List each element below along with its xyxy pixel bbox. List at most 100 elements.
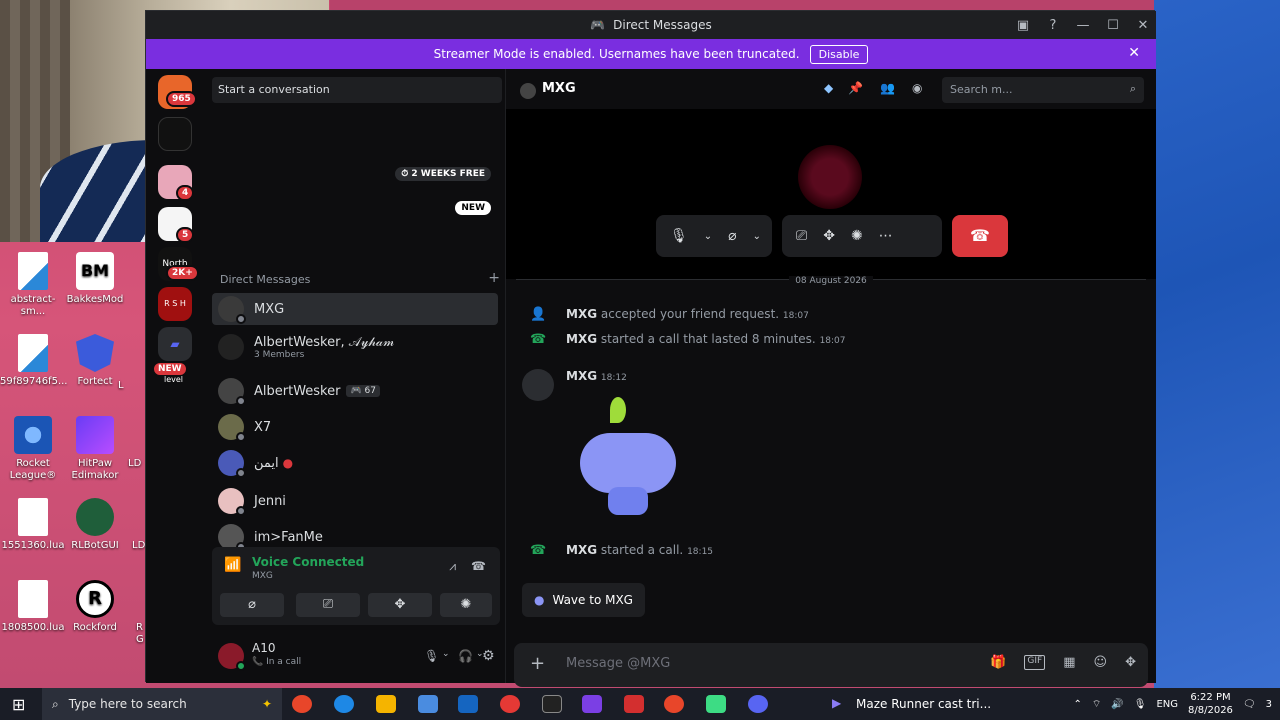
chrome-icon[interactable] [292, 695, 312, 713]
camera-off-icon[interactable]: ⌀ [728, 228, 736, 244]
disconnect-icon[interactable]: ☎ [471, 559, 486, 573]
desktop-icon-image-file[interactable]: 59f89746f5... [0, 334, 67, 388]
volume-icon[interactable]: 🔊 [1111, 699, 1123, 710]
voice-status[interactable]: Voice Connected [252, 555, 364, 569]
nitro-gem-icon[interactable]: ◆ [824, 81, 833, 95]
desktop-icon-label: HitPaw Edimakor [71, 458, 119, 481]
maximize-button[interactable]: ☐ [1106, 18, 1120, 33]
dm-item-ayman[interactable]: ايمن ● [212, 447, 498, 479]
desktop-icon-hitpaw[interactable]: HitPaw Edimakor [62, 416, 128, 482]
dm-item-x7[interactable]: X7 [212, 411, 498, 443]
gift-icon[interactable]: 🎁 [990, 655, 1006, 670]
desktop-icon-lua-1[interactable]: 1551360.lua [0, 498, 66, 552]
more-options-icon[interactable]: ⋯ [879, 228, 893, 244]
add-friend-icon[interactable]: 👥 [880, 81, 895, 95]
message-author[interactable]: MXG [566, 543, 597, 557]
sticker-icon[interactable]: ▦ [1063, 655, 1075, 670]
clock[interactable]: 6:22 PM 8/8/2026 [1188, 691, 1233, 717]
chevron-down-icon[interactable]: ⌄ [704, 231, 712, 242]
store-icon[interactable] [418, 695, 438, 713]
windows-start-icon[interactable]: ⊞ [12, 695, 25, 714]
screenshare-icon[interactable]: ⎚ [796, 228, 807, 244]
server-icon[interactable] [158, 117, 192, 151]
opera-icon[interactable] [500, 695, 520, 713]
message-author[interactable]: MXG [566, 332, 597, 346]
taskbar-search[interactable]: ⌕ Type here to search ✦ [42, 688, 282, 720]
dm-item-mxg[interactable]: MXG [212, 293, 498, 325]
notifications-icon[interactable]: 🗨 [1243, 699, 1256, 710]
emoji-icon[interactable]: ☺ [1094, 655, 1108, 670]
discord-taskbar-icon[interactable] [748, 695, 768, 713]
microphone-icon[interactable]: 🎙 [424, 649, 439, 663]
nitro-promo-badge[interactable]: ⏱ 2 WEEKS FREE [395, 167, 491, 181]
desktop-icon-rlbotgui[interactable]: RLBotGUI [62, 498, 128, 552]
chevron-up-icon[interactable]: ⌃ [1073, 699, 1081, 710]
outlook-icon[interactable] [458, 695, 478, 713]
close-banner-icon[interactable]: ✕ [1128, 45, 1140, 61]
desktop-icon-rocket-league[interactable]: Rocket League® [0, 416, 66, 482]
caller-avatar[interactable] [798, 145, 862, 209]
conversation-search-input[interactable]: Start a conversation [212, 77, 502, 103]
message-author[interactable]: MXG [566, 369, 597, 383]
language-indicator[interactable]: ENG [1156, 699, 1178, 710]
inbox-icon[interactable]: ▣ [1016, 18, 1030, 33]
message-search-input[interactable]: Search m... ⌕ [942, 77, 1144, 103]
chevron-down-icon[interactable]: ⌄ [753, 231, 761, 242]
camera-button[interactable]: ⌀ [220, 593, 284, 617]
desktop-icon-abstract[interactable]: abstract-sm... [0, 252, 66, 318]
wave-button[interactable]: ● Wave to MXG [522, 583, 645, 617]
minimize-button[interactable]: — [1076, 18, 1090, 33]
wumpus-sticker[interactable] [580, 393, 676, 517]
android-app-icon[interactable] [706, 695, 726, 713]
search-icon: ⌕ [52, 696, 59, 711]
pin-icon[interactable]: 📌 [848, 81, 863, 95]
message-avatar[interactable] [522, 369, 554, 401]
help-icon[interactable]: ? [1046, 18, 1060, 33]
folder-icon[interactable]: ▰ [158, 327, 192, 361]
server-icon-rsh[interactable]: R S H [158, 287, 192, 321]
streamer-mode-banner: Streamer Mode is enabled. Usernames have… [146, 39, 1156, 69]
profile-icon[interactable]: ◉ [912, 81, 922, 95]
chrome-icon[interactable] [664, 695, 684, 713]
dm-item-jenni[interactable]: Jenni [212, 485, 498, 517]
epic-games-icon[interactable] [542, 695, 562, 713]
file-explorer-icon[interactable] [376, 695, 396, 713]
microphone-icon[interactable]: 🎙 [670, 228, 688, 244]
gif-icon[interactable]: GIF [1024, 655, 1046, 670]
screenshare-button[interactable]: ⎚ [296, 593, 360, 617]
message-author[interactable]: MXG [566, 307, 597, 321]
image-file-icon [18, 252, 48, 290]
media-title[interactable]: Maze Runner cast tri... [856, 697, 991, 711]
desktop-icon-rockford[interactable]: R Rockford [62, 580, 128, 634]
message-time: 18:07 [819, 336, 846, 346]
soundboard-button[interactable]: ✺ [440, 593, 492, 617]
add-attachment-icon[interactable]: + [530, 653, 545, 674]
dm-name: AlbertWesker [254, 383, 341, 399]
media-play-icon[interactable]: ▶ [832, 696, 841, 710]
headphones-icon[interactable]: 🎧 [458, 649, 473, 663]
activities-button[interactable]: ✥ [368, 593, 432, 617]
user-avatar[interactable] [218, 643, 246, 671]
chevron-down-icon[interactable]: ⌄ [442, 649, 450, 659]
desktop-icon-bakkesmod[interactable]: BM BakkesMod [62, 252, 128, 306]
message-composer[interactable]: + Message @MXG 🎁 GIF ▦ ☺ ✥ [514, 643, 1148, 687]
add-dm-icon[interactable]: + [488, 271, 500, 286]
network-icon[interactable]: ⌔ [1092, 698, 1101, 711]
soundboard-icon[interactable]: ✺ [851, 228, 863, 244]
noise-suppression-icon[interactable]: ⩘ [449, 559, 456, 574]
clock-date: 8/8/2026 [1188, 705, 1233, 716]
activities-icon[interactable]: ✥ [823, 228, 835, 244]
apps-icon[interactable]: ✥ [1125, 655, 1136, 670]
desktop-icon-partial: L [118, 380, 148, 392]
hang-up-button[interactable]: ☎ [952, 215, 1008, 257]
edge-icon[interactable] [334, 695, 354, 713]
desktop-icon-lua-2[interactable]: 1808500.lua [0, 580, 66, 634]
close-window-button[interactable]: ✕ [1136, 18, 1150, 33]
disable-streamer-button[interactable]: Disable [809, 44, 869, 64]
yahoo-icon[interactable] [582, 695, 602, 713]
microphone-icon[interactable]: 🎙 [1134, 699, 1147, 710]
dm-item-albertwesker[interactable]: AlbertWesker 🎮 67 [212, 375, 498, 407]
dm-item-group[interactable]: AlbertWesker, 𝒜𝓎𝒽𝒶𝓂 3 Members [212, 331, 498, 363]
gear-icon[interactable]: ⚙ [482, 648, 495, 664]
wps-icon[interactable] [624, 695, 644, 713]
